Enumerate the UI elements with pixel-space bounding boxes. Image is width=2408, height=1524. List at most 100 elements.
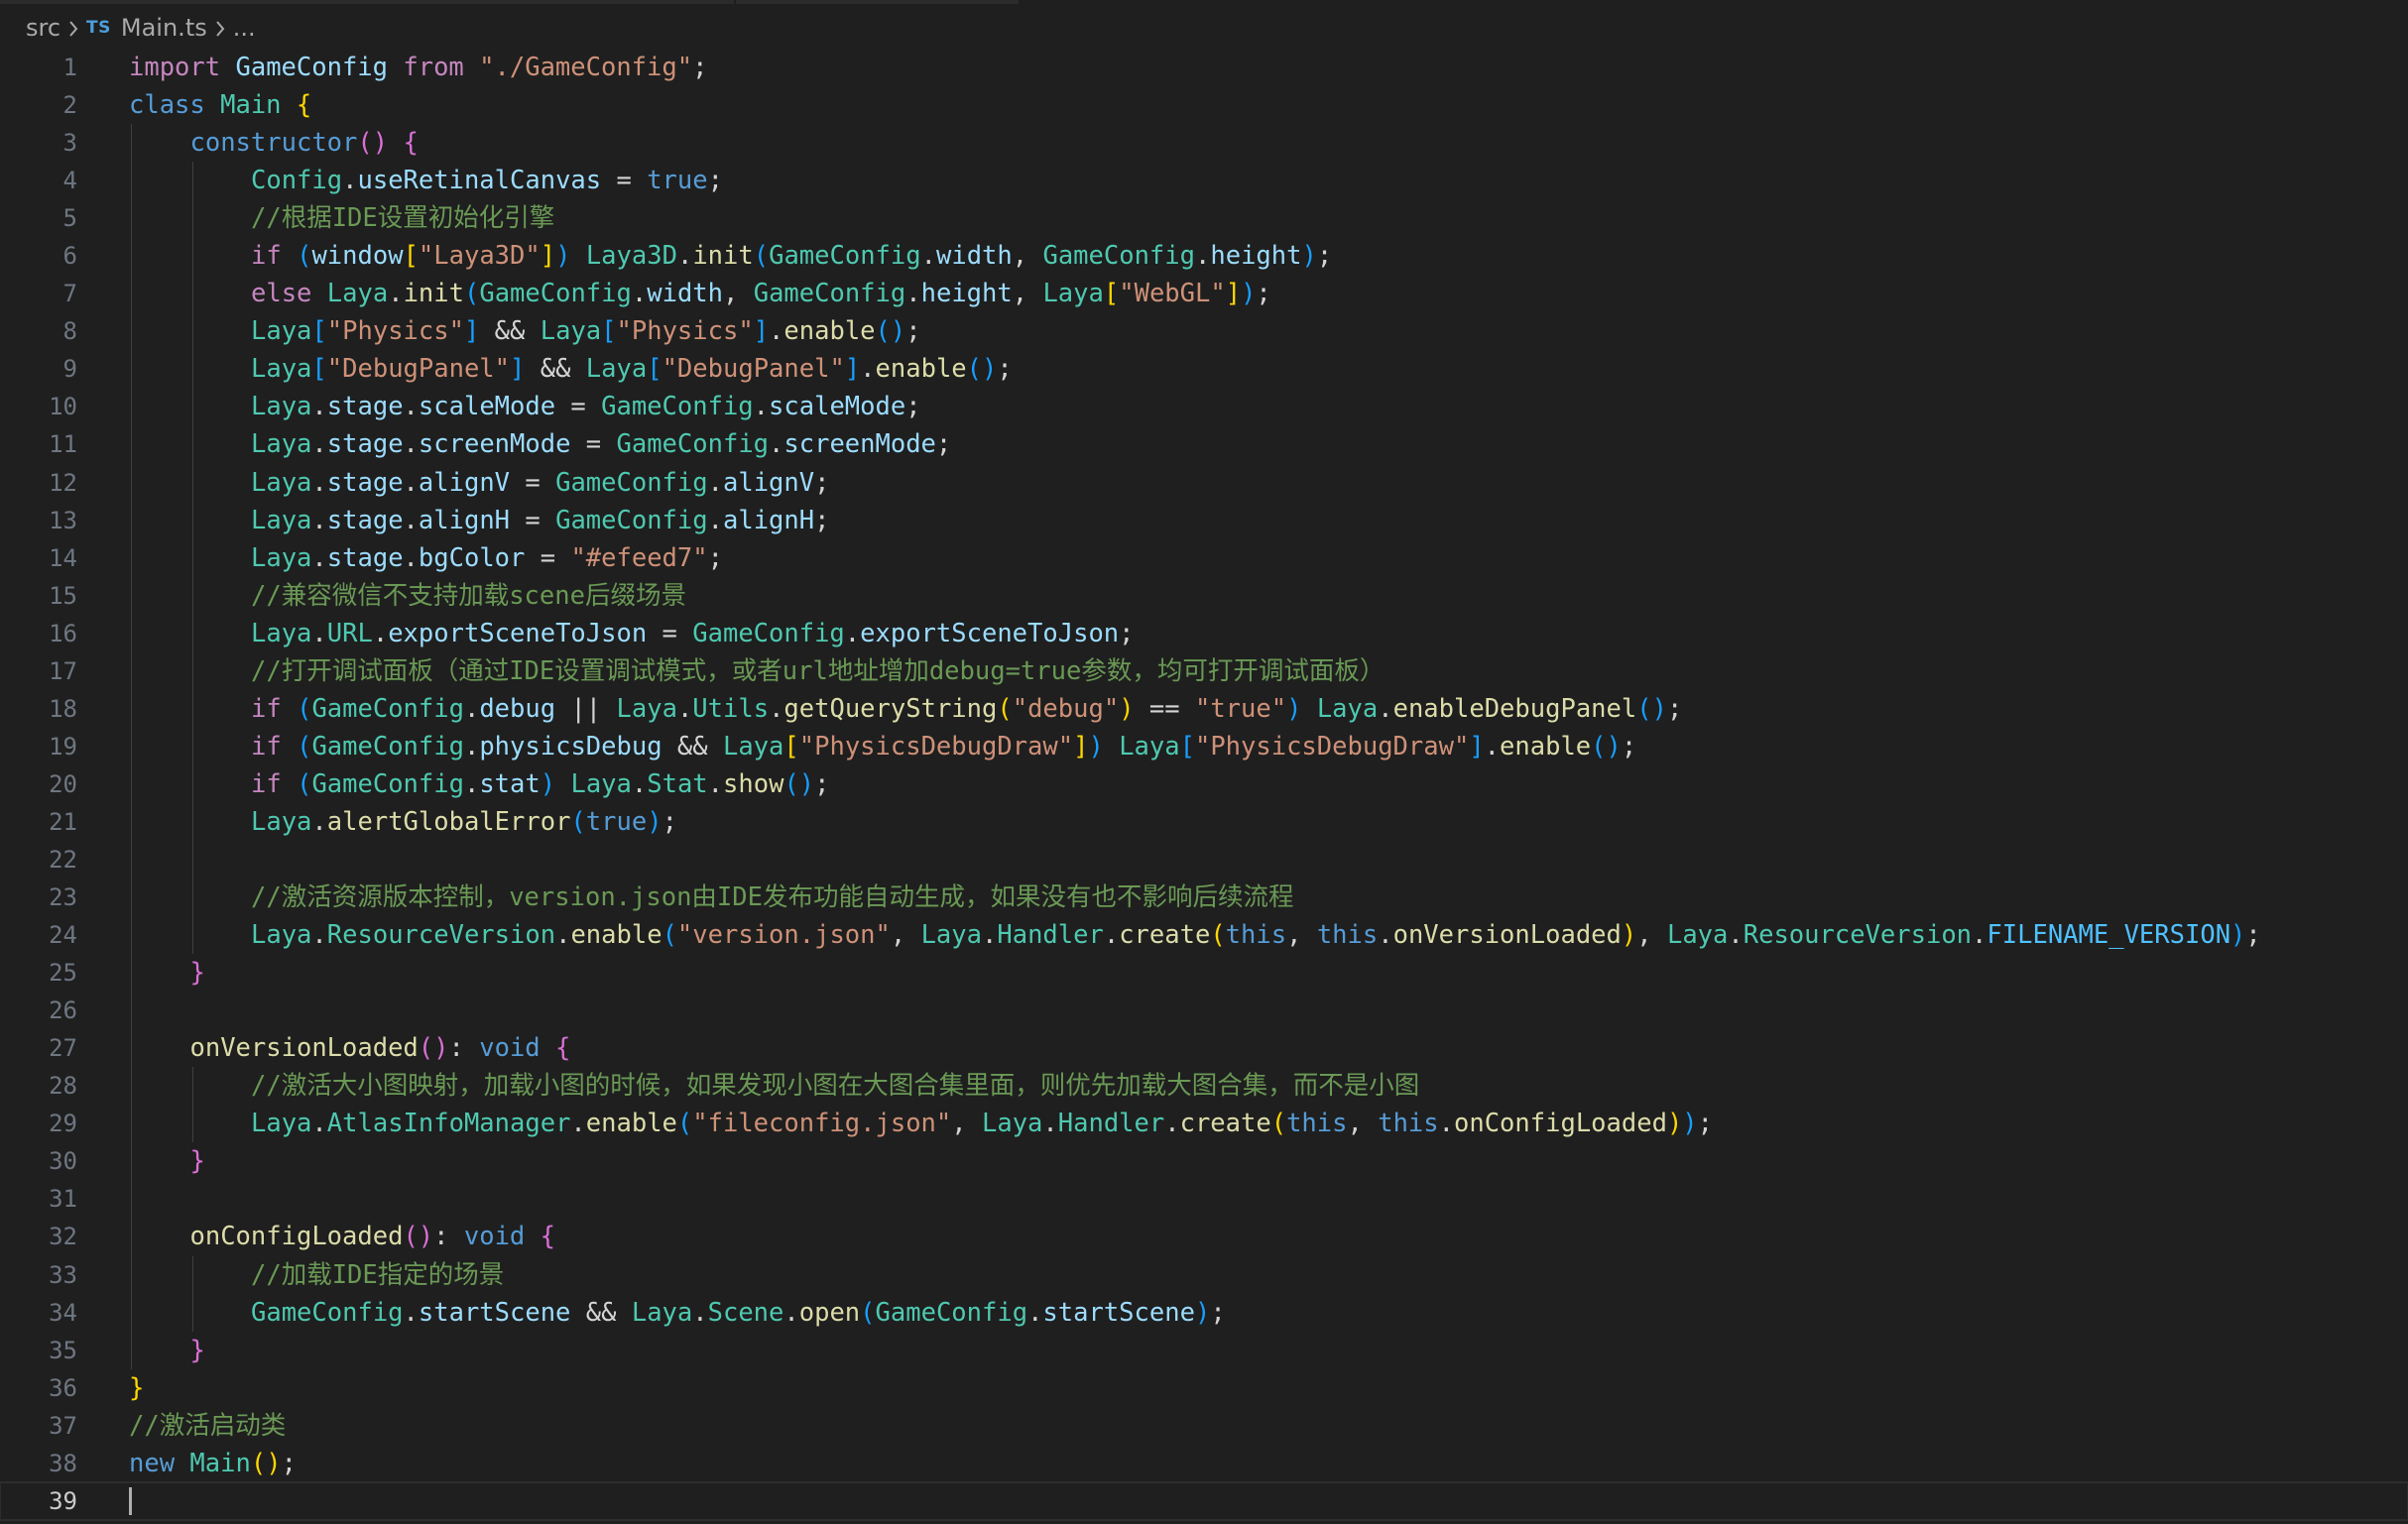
line-number[interactable]: 35 xyxy=(0,1332,99,1369)
indent-guide xyxy=(131,350,132,389)
breadcrumb-folder-src[interactable]: src xyxy=(26,14,60,42)
line-number[interactable]: 7 xyxy=(0,275,99,312)
line-number[interactable]: 6 xyxy=(0,237,99,275)
code-line[interactable]: Laya.stage.screenMode = GameConfig.scree… xyxy=(129,425,2400,464)
code-token: . xyxy=(311,920,327,951)
code-line[interactable]: //加载IDE指定的场景 xyxy=(129,1255,2400,1294)
code-line[interactable]: //打开调试面板（通过IDE设置调试模式，或者url地址增加debug=true… xyxy=(129,651,2400,690)
code-token: [ xyxy=(601,316,617,347)
code-line[interactable]: if (GameConfig.stat) Laya.Stat.show(); xyxy=(129,764,2400,803)
line-number[interactable]: 14 xyxy=(0,539,99,577)
line-number[interactable]: 2 xyxy=(0,86,99,124)
line-number[interactable]: 27 xyxy=(0,1029,99,1067)
indent-guide xyxy=(131,501,132,539)
code-line[interactable]: Laya.AtlasInfoManager.enable("fileconfig… xyxy=(129,1105,2400,1143)
line-number[interactable]: 9 xyxy=(0,350,99,388)
line-number[interactable]: 20 xyxy=(0,765,99,803)
code-line[interactable]: new Main(); xyxy=(129,1445,2400,1482)
code-line[interactable]: //激活大小图映射，加载小图的时候，如果发现小图在大图合集里面，则优先加载大图合… xyxy=(129,1067,2400,1106)
code-line[interactable]: } xyxy=(129,1331,2400,1369)
line-number[interactable]: 8 xyxy=(0,312,99,350)
code-line[interactable]: //激活启动类 xyxy=(129,1407,2400,1445)
code-line[interactable]: if (GameConfig.physicsDebug && Laya["Phy… xyxy=(129,727,2400,765)
code-line[interactable]: Laya.stage.bgColor = "#efeed7"; xyxy=(129,538,2400,577)
line-number[interactable]: 1 xyxy=(0,49,99,86)
code-token: ; xyxy=(905,392,921,422)
line-number[interactable]: 31 xyxy=(0,1180,99,1218)
line-number[interactable]: 25 xyxy=(0,954,99,992)
indent-guide xyxy=(191,840,193,879)
line-number[interactable]: 28 xyxy=(0,1067,99,1105)
code-line[interactable]: Laya.stage.alignV = GameConfig.alignV; xyxy=(129,463,2400,502)
code-token: . xyxy=(403,467,419,498)
code-token: ] xyxy=(463,316,480,347)
code-line[interactable]: //激活资源版本控制，version.json由IDE发布功能自动生成，如果没有… xyxy=(129,879,2400,917)
line-number[interactable]: 3 xyxy=(0,124,99,162)
line-number-gutter[interactable]: 1 2 3 4 5 6 7 8 9 10 11 12 13 14 15 16 17 18 19 20 21 22 23 24 2… xyxy=(0,49,99,1520)
line-number[interactable]: 23 xyxy=(0,879,99,916)
code-token: ; xyxy=(707,166,723,196)
code-token: GameConfig xyxy=(769,241,921,272)
code-line[interactable]: onConfigLoaded(): void { xyxy=(129,1218,2400,1256)
code-line[interactable]: Laya.stage.alignH = GameConfig.alignH; xyxy=(129,501,2400,539)
code-line[interactable]: GameConfig.startScene && Laya.Scene.open… xyxy=(129,1293,2400,1332)
code-line[interactable] xyxy=(129,1180,2400,1219)
code-line[interactable]: class Main { xyxy=(129,86,2400,124)
code-line[interactable] xyxy=(0,1480,2408,1521)
code-line[interactable]: } xyxy=(129,954,2400,993)
line-number[interactable]: 34 xyxy=(0,1294,99,1332)
line-number[interactable]: 11 xyxy=(0,425,99,463)
line-number[interactable]: 4 xyxy=(0,162,99,199)
line-number[interactable]: 36 xyxy=(0,1369,99,1407)
code-line[interactable]: if (GameConfig.debug || Laya.Utils.getQu… xyxy=(129,689,2400,728)
code-line[interactable]: //兼容微信不支持加载scene后缀场景 xyxy=(129,576,2400,615)
code-line[interactable]: if (window["Laya3D"]) Laya3D.init(GameCo… xyxy=(129,237,2400,276)
code-line[interactable]: } xyxy=(129,1369,2400,1407)
line-number[interactable]: 17 xyxy=(0,652,99,690)
line-number[interactable]: 10 xyxy=(0,388,99,425)
code-token: Laya xyxy=(251,920,312,951)
code-line[interactable] xyxy=(129,840,2400,879)
line-number[interactable]: 13 xyxy=(0,502,99,539)
code-token: startScene xyxy=(418,1297,571,1328)
code-line[interactable] xyxy=(129,992,2400,1030)
code-text-area[interactable]: import GameConfig from "./GameConfig"; cl… xyxy=(0,49,2408,1521)
line-number[interactable]: 5 xyxy=(0,199,99,237)
code-token: "PhysicsDebugDraw" xyxy=(1194,731,1470,762)
code-line[interactable]: Laya["DebugPanel"] && Laya["DebugPanel"]… xyxy=(129,350,2400,389)
code-line[interactable]: Laya.URL.exportSceneToJson = GameConfig.… xyxy=(129,614,2400,652)
code-line[interactable]: } xyxy=(129,1142,2400,1181)
breadcrumb-file-main-ts[interactable]: Main.ts xyxy=(121,14,207,42)
line-number[interactable]: 37 xyxy=(0,1407,99,1445)
code-line[interactable]: Laya.alertGlobalError(true); xyxy=(129,802,2400,841)
code-line[interactable]: Laya["Physics"] && Laya["Physics"].enabl… xyxy=(129,312,2400,351)
line-number[interactable]: 22 xyxy=(0,841,99,879)
code-line[interactable]: constructor() { xyxy=(129,124,2400,163)
code-token: height xyxy=(920,279,1013,309)
line-number[interactable]: 33 xyxy=(0,1256,99,1294)
line-number[interactable]: 32 xyxy=(0,1218,99,1255)
code-line[interactable]: else Laya.init(GameConfig.width, GameCon… xyxy=(129,275,2400,313)
line-number[interactable]: 15 xyxy=(0,577,99,615)
code-line[interactable]: Laya.stage.scaleMode = GameConfig.scaleM… xyxy=(129,388,2400,426)
code-token: ) xyxy=(555,241,571,272)
code-line[interactable]: Config.useRetinalCanvas = true; xyxy=(129,162,2400,200)
breadcrumb-symbols-more[interactable]: ... xyxy=(233,14,256,42)
line-number[interactable]: 19 xyxy=(0,728,99,765)
line-number[interactable]: 26 xyxy=(0,992,99,1029)
line-number[interactable]: 16 xyxy=(0,615,99,652)
line-number[interactable]: 38 xyxy=(0,1445,99,1482)
code-token: ; xyxy=(2245,920,2261,951)
line-number[interactable]: 12 xyxy=(0,464,99,502)
code-line[interactable]: onVersionLoaded(): void { xyxy=(129,1029,2400,1068)
code-editor[interactable]: 1 2 3 4 5 6 7 8 9 10 11 12 13 14 15 16 17 18 19 20 21 22 23 24 2… xyxy=(0,49,2408,1524)
line-number[interactable]: 29 xyxy=(0,1105,99,1142)
code-line[interactable]: import GameConfig from "./GameConfig"; xyxy=(129,49,2400,86)
code-line[interactable]: Laya.ResourceVersion.enable("version.jso… xyxy=(129,916,2400,955)
line-number[interactable]: 24 xyxy=(0,916,99,954)
code-line[interactable]: //根据IDE设置初始化引擎 xyxy=(129,199,2400,238)
code-token: Laya xyxy=(1666,920,1729,951)
line-number[interactable]: 18 xyxy=(0,690,99,728)
line-number[interactable]: 30 xyxy=(0,1142,99,1180)
line-number[interactable]: 21 xyxy=(0,803,99,841)
